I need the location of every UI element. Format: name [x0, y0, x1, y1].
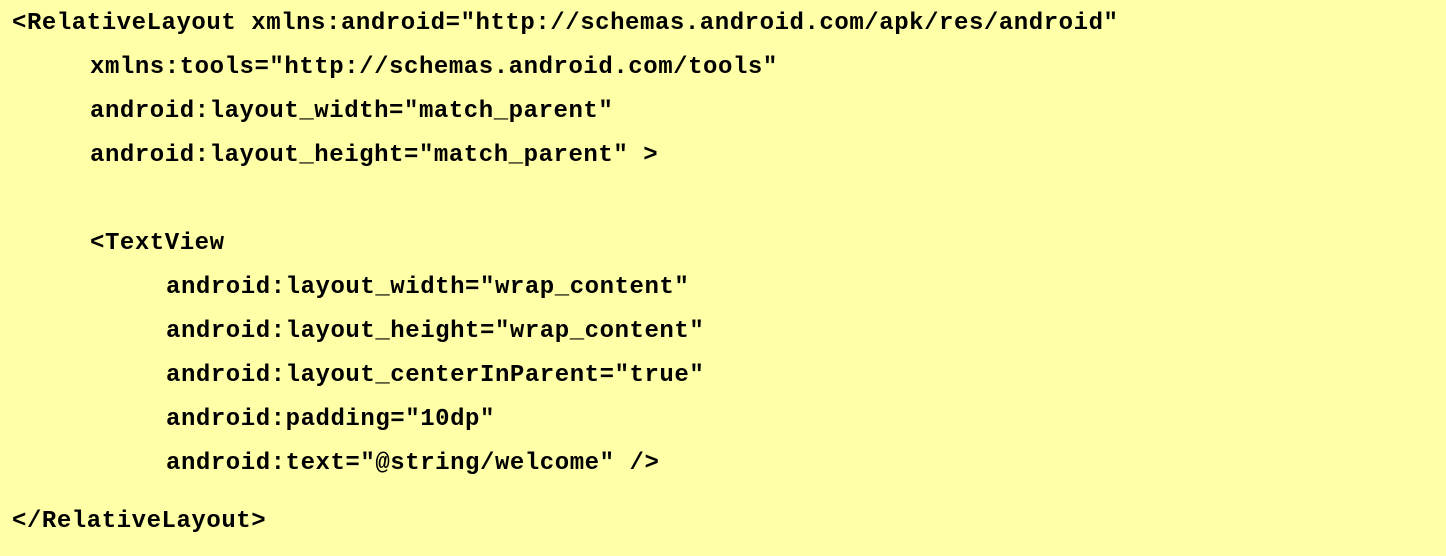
- code-line-relativelayout-close: </RelativeLayout>: [12, 508, 267, 535]
- code-line-relativelayout-open: <RelativeLayout xmlns:android="http://sc…: [12, 10, 1119, 37]
- code-line-textview-open: <TextView: [90, 230, 225, 257]
- code-line-textview-height: android:layout_height="wrap_content": [166, 318, 705, 345]
- code-line-xmlns-tools: xmlns:tools="http://schemas.android.com/…: [90, 54, 778, 81]
- code-line-textview-width: android:layout_width="wrap_content": [166, 274, 690, 301]
- code-line-layout-height: android:layout_height="match_parent" >: [90, 142, 659, 169]
- code-line-layout-width: android:layout_width="match_parent": [90, 98, 614, 125]
- code-line-padding: android:padding="10dp": [166, 406, 495, 433]
- code-line-text: android:text="@string/welcome" />: [166, 450, 660, 477]
- code-line-center-in-parent: android:layout_centerInParent="true": [166, 362, 705, 389]
- code-listing: <RelativeLayout xmlns:android="http://sc…: [0, 0, 1446, 556]
